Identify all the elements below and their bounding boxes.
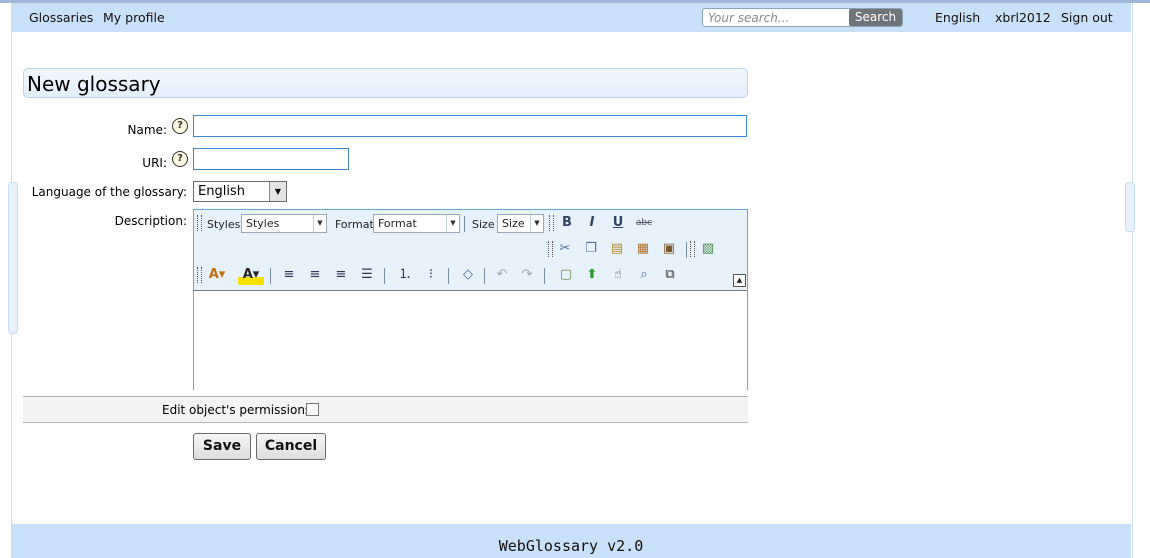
editor-toolbar: Styles Styles ▼ Format Format ▼ Size Siz… <box>194 210 747 290</box>
align-left-icon[interactable]: ≡ <box>278 265 300 285</box>
left-side-tab[interactable] <box>8 182 18 334</box>
paste-word-icon[interactable]: ▣ <box>658 239 680 259</box>
size-combo[interactable]: Size ▼ <box>497 214 544 233</box>
description-label: Description: <box>114 214 187 228</box>
chevron-down-icon[interactable]: ▼ <box>269 182 286 201</box>
upload-icon[interactable]: ⬆ <box>581 265 603 285</box>
nav-language-link[interactable]: English <box>935 10 980 25</box>
toolbar-separator <box>384 268 385 284</box>
toolbar-separator <box>270 268 271 284</box>
permissions-checkbox[interactable] <box>306 403 319 416</box>
search-box: Search <box>702 8 903 27</box>
right-side-tab[interactable] <box>1125 182 1135 232</box>
toolbar-grip <box>197 215 202 231</box>
name-help-icon[interactable]: ? <box>172 118 188 134</box>
redo-icon[interactable]: ↷ <box>516 265 538 285</box>
paste-text-icon[interactable]: ▦ <box>632 239 654 259</box>
italic-icon[interactable]: I <box>581 213 603 233</box>
top-navigation: Glossaries My profile Search English xbr… <box>11 3 1131 32</box>
bullet-list-icon[interactable]: ⁝ <box>420 265 442 285</box>
toolbar-separator <box>544 268 545 284</box>
toolbar-separator <box>448 268 449 284</box>
page-title-box: New glossary <box>23 68 748 98</box>
footer: WebGlossary v2.0 <box>11 524 1131 558</box>
format-combo[interactable]: Format ▼ <box>373 214 460 233</box>
uri-input[interactable] <box>193 148 349 170</box>
toolbar-grip <box>690 241 695 257</box>
copy-icon[interactable]: ❐ <box>580 239 602 259</box>
new-page-icon[interactable]: ▢ <box>555 265 577 285</box>
cancel-button[interactable]: Cancel <box>256 433 326 460</box>
size-combo-value: Size <box>502 217 525 230</box>
styles-combo-value: Styles <box>246 217 280 230</box>
copy-format-icon[interactable]: ⧉ <box>659 265 681 285</box>
select-icon[interactable]: ☝ <box>607 265 629 285</box>
save-button[interactable]: Save <box>193 433 251 460</box>
chevron-down-icon: ▼ <box>313 215 326 232</box>
justify-icon[interactable]: ☰ <box>356 265 378 285</box>
search-input[interactable] <box>705 9 851 26</box>
nav-glossaries-link[interactable]: Glossaries <box>29 10 93 25</box>
chevron-down-icon: ▼ <box>446 215 459 232</box>
image-icon[interactable]: ▨ <box>697 239 719 259</box>
toolbar-grip <box>549 215 554 231</box>
language-select[interactable]: English ▼ <box>193 181 287 202</box>
underline-icon[interactable]: U <box>607 213 629 233</box>
chevron-down-icon: ▼ <box>530 215 543 232</box>
size-label: Size <box>472 218 495 231</box>
permissions-label: Edit object's permissions: <box>162 403 316 417</box>
find-replace-icon[interactable]: ⌕ <box>633 265 655 285</box>
language-label: Language of the glossary: <box>31 185 187 199</box>
language-select-value: English <box>198 184 245 199</box>
align-center-icon[interactable]: ≡ <box>304 265 326 285</box>
nav-my-profile-link[interactable]: My profile <box>103 10 165 25</box>
numbered-list-icon[interactable]: ⒈ <box>394 265 416 285</box>
cut-icon[interactable]: ✂ <box>554 239 576 259</box>
description-editor: Styles Styles ▼ Format Format ▼ Size Siz… <box>193 209 748 390</box>
paste-icon[interactable]: ▤ <box>606 239 628 259</box>
bold-icon[interactable]: B <box>556 213 578 233</box>
collapse-toolbar-icon[interactable]: ▲ <box>733 274 746 287</box>
uri-label: URI: <box>142 156 167 170</box>
text-color-icon[interactable]: A▾ <box>204 265 230 285</box>
background-color-icon[interactable]: A▾ <box>238 265 264 285</box>
toolbar-separator <box>464 216 465 232</box>
toolbar-separator <box>686 242 687 258</box>
undo-icon[interactable]: ↶ <box>491 265 513 285</box>
toolbar-separator <box>484 268 485 284</box>
page-title: New glossary <box>27 72 161 96</box>
footer-text: WebGlossary v2.0 <box>498 537 644 555</box>
align-right-icon[interactable]: ≡ <box>330 265 352 285</box>
name-label: Name: <box>127 123 167 137</box>
nav-user-link[interactable]: xbrl2012 <box>995 10 1051 25</box>
strikethrough-icon[interactable]: abc <box>633 213 655 233</box>
format-combo-value: Format <box>378 217 417 230</box>
permissions-row: Edit object's permissions: <box>23 396 748 423</box>
name-input[interactable] <box>193 115 747 137</box>
description-edit-area[interactable] <box>194 290 747 390</box>
eraser-icon[interactable]: ◇ <box>457 265 479 285</box>
format-label: Format <box>335 218 374 231</box>
styles-label: Styles <box>207 218 241 231</box>
nav-sign-out-link[interactable]: Sign out <box>1061 10 1113 25</box>
uri-help-icon[interactable]: ? <box>172 151 188 167</box>
search-button[interactable]: Search <box>849 9 902 26</box>
toolbar-grip <box>548 241 553 257</box>
styles-combo[interactable]: Styles ▼ <box>241 214 327 233</box>
toolbar-grip <box>197 267 202 283</box>
